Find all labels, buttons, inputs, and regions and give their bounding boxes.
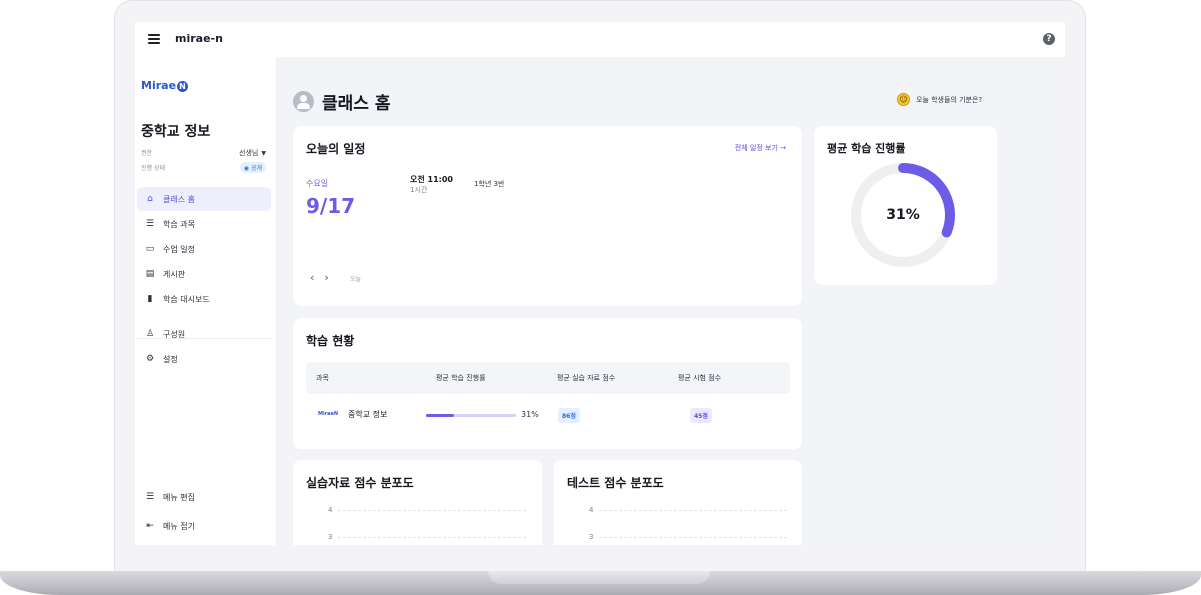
learning-status-card: 학습 현황 과목 평균 학습 진행률 평균 실습 자료 점수 평균 시험 점수 … — [293, 318, 802, 449]
event-time: 오전 11:00 — [410, 175, 453, 184]
column-header: 평균 실습 자료 점수 — [557, 374, 616, 382]
permission-value: 선생님 — [239, 149, 259, 157]
schedule-title: 오늘의 일정 — [306, 142, 366, 156]
list-icon: ☰ — [145, 492, 155, 502]
laptop-notch — [488, 571, 710, 584]
mood-text: 오늘 학생들의 기분은? — [916, 95, 983, 104]
sidebar-item-label: 수업 일정 — [163, 244, 195, 254]
menu-icon[interactable] — [148, 34, 160, 44]
test-distribution-card: 테스트 점수 분포도 4 3 — [554, 460, 802, 545]
course-progress-text: 31% — [521, 410, 539, 419]
schedule-card: 오늘의 일정 전체 일정 보기 → 수요일 9/17 오전 11:00 1시간 … — [293, 126, 802, 306]
course-progress-fill — [426, 414, 454, 417]
practice-score-badge: 86점 — [558, 408, 580, 423]
axis-tick: 3 — [328, 533, 333, 541]
progress-ring: 31% — [850, 162, 956, 268]
sidebar-item-label: 학습 대시보드 — [163, 294, 210, 304]
chevron-left-icon[interactable]: ‹ — [310, 271, 314, 284]
board-icon: ▤ — [145, 269, 155, 279]
status-value: 공개 — [250, 165, 262, 172]
sidebar-item-label: 클래스 홈 — [163, 194, 195, 204]
practice-distribution-card: 실습자료 점수 분포도 4 3 — [293, 460, 542, 545]
collapse-icon: ⇤ — [146, 521, 154, 531]
today-button[interactable]: 오늘 — [350, 274, 361, 283]
home-icon: ⌂ — [147, 194, 153, 204]
chevron-down-icon: ▼ — [261, 150, 266, 157]
date-display: 9/17 — [306, 194, 356, 218]
page-header: 클래스 홈 — [293, 89, 390, 114]
course-logo: MiraeN — [318, 411, 339, 417]
test-score-badge: 45점 — [690, 408, 712, 423]
event-class[interactable]: 1학년 3반 — [474, 179, 504, 189]
bar-chart-icon: ▮ — [147, 294, 153, 304]
sidebar-item-label: 게시판 — [163, 269, 186, 279]
list-icon: ☰ — [145, 219, 155, 229]
column-header: 평균 학습 진행률 — [436, 374, 486, 382]
day-label: 수요일 — [306, 179, 329, 188]
progress-title: 평균 학습 진행률 — [827, 142, 906, 155]
course-name: 중학교 정보 — [348, 410, 388, 419]
progress-value: 31% — [886, 207, 920, 223]
calendar-icon: ▭ — [145, 244, 155, 254]
page-title: 클래스 홈 — [322, 94, 391, 114]
sidebar-item-label: 학습 과목 — [163, 219, 195, 229]
help-icon[interactable]: ? — [1043, 33, 1055, 45]
axis-tick: 4 — [589, 506, 594, 514]
see-all-label: 전체 일정 보기 — [734, 144, 778, 152]
axis-tick: 3 — [589, 533, 594, 541]
grid-line — [338, 537, 526, 538]
sidebar-item-label: 메뉴 접기 — [163, 521, 195, 531]
learning-status-title: 학습 현황 — [306, 334, 355, 348]
avatar — [293, 91, 314, 112]
sidebar-item-label: 메뉴 편집 — [163, 492, 195, 502]
sidebar-item-edit-menu[interactable]: ☰ 메뉴 편집 — [137, 485, 271, 509]
table-header: 과목 평균 학습 진행률 평균 실습 자료 점수 평균 시험 점수 — [306, 362, 790, 394]
sidebar-item-label: 설정 — [163, 354, 178, 364]
sidebar-item-subjects[interactable]: ☰ 학습 과목 — [137, 212, 271, 236]
grid-line — [599, 537, 787, 538]
sidebar-item-label: 구성원 — [163, 329, 186, 339]
sidebar-item-dashboard[interactable]: ▮ 학습 대시보드 — [137, 287, 271, 311]
app-screen: mirae-n ? Mirae N 중학교 정보 권한 선생님 ▼ 진행 상태 ◉ … — [135, 22, 1065, 545]
permission-row: 권한 선생님 ▼ — [141, 148, 266, 157]
mood-check-button[interactable]: ☺ 오늘 학생들의 기분은? — [897, 93, 982, 106]
permission-label: 권한 — [141, 150, 153, 157]
progress-card: 평균 학습 진행률 31% — [814, 126, 997, 285]
app-name: mirae-n — [175, 32, 223, 45]
column-header: 과목 — [316, 374, 329, 382]
grid-line — [599, 510, 787, 511]
status-badge[interactable]: ◉ 공개 — [239, 162, 266, 173]
sidebar-item-board[interactable]: ▤ 게시판 — [137, 262, 271, 286]
practice-distribution-title: 실습자료 점수 분포도 — [306, 476, 414, 490]
chevron-right-icon[interactable]: › — [324, 271, 328, 284]
person-icon: ♙ — [145, 329, 155, 339]
eye-icon: ◉ — [243, 165, 250, 172]
top-bar: mirae-n ? — [135, 22, 1065, 57]
permission-dropdown[interactable]: 선생님 ▼ — [239, 148, 266, 158]
grid-line — [338, 510, 526, 511]
logo-badge: N — [177, 81, 189, 92]
status-row: 진행 상태 ◉ 공개 — [141, 162, 266, 173]
arrow-right-icon: → — [780, 144, 786, 152]
sidebar-item-members[interactable]: ♙ 구성원 — [137, 322, 271, 346]
test-distribution-title: 테스트 점수 분포도 — [567, 476, 664, 490]
course-progress-bar — [426, 414, 516, 417]
smiley-icon: ☺ — [897, 93, 910, 106]
sidebar-item-settings[interactable]: ⚙ 설정 — [137, 347, 271, 371]
event-duration: 1시간 — [410, 186, 428, 194]
column-header: 평균 시험 점수 — [678, 374, 722, 382]
sidebar-item-schedule[interactable]: ▭ 수업 일정 — [137, 237, 271, 261]
sidebar-item-class-home[interactable]: ⌂ 클래스 홈 — [137, 187, 271, 211]
sidebar-item-collapse-menu[interactable]: ⇤ 메뉴 접기 — [137, 514, 271, 538]
brand-logo[interactable]: Mirae N — [141, 79, 189, 92]
date-pager: ‹ › — [310, 271, 329, 284]
axis-tick: 4 — [328, 506, 333, 514]
sidebar: Mirae N 중학교 정보 권한 선생님 ▼ 진행 상태 ◉ 공개 ⌂ 클래스 홈… — [135, 57, 277, 545]
class-title: 중학교 정보 — [141, 124, 211, 140]
logo-text: Mirae — [141, 79, 177, 92]
status-label: 진행 상태 — [141, 165, 165, 172]
see-all-schedule-link[interactable]: 전체 일정 보기 → — [735, 143, 786, 153]
gear-icon: ⚙ — [145, 354, 155, 364]
